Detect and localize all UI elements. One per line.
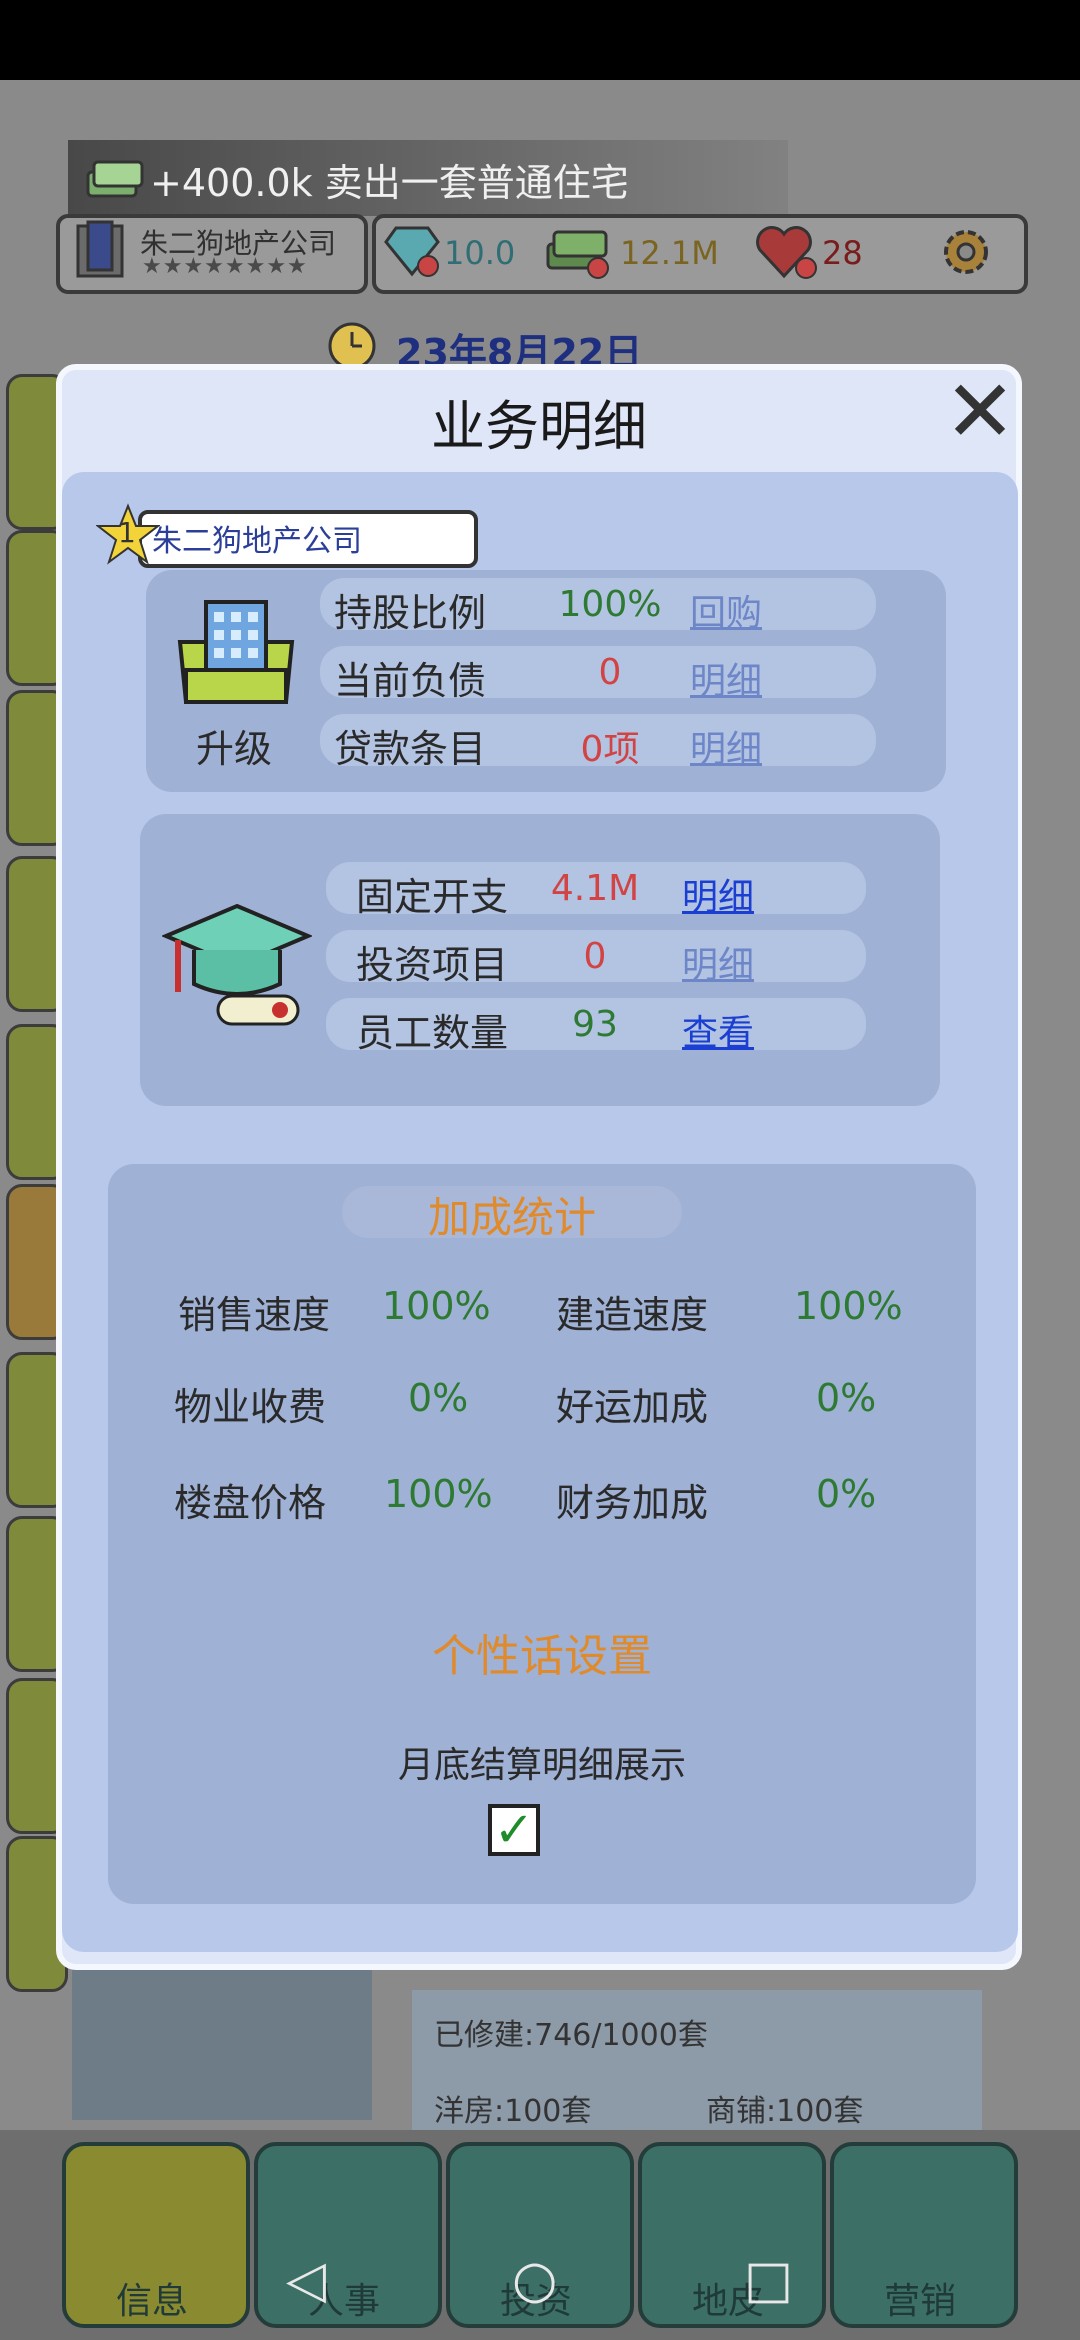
gem-count: 10.0 xyxy=(444,234,516,272)
build-speed-label: 建造速度 xyxy=(556,1293,709,1337)
sales-speed-value: 100% xyxy=(382,1284,491,1328)
company-label: 朱二狗地产公司 xyxy=(152,524,362,559)
share-ratio-value: 100% xyxy=(558,584,662,625)
cash-icon xyxy=(86,160,144,198)
diamond-icon[interactable] xyxy=(382,222,442,280)
status-bar xyxy=(0,0,1080,80)
fixed-expense-label: 固定开支 xyxy=(356,875,509,919)
loan-items-value: 0项 xyxy=(580,729,640,770)
sales-speed-label: 销售速度 xyxy=(178,1293,331,1337)
bonus-stats-card xyxy=(108,1164,976,1904)
current-debt-value: 0 xyxy=(598,652,622,693)
toast-text: +400.0k 卖出一套普通住宅 xyxy=(150,161,629,205)
house-illustration xyxy=(72,1970,372,2120)
tab-info-label: 信息 xyxy=(115,2281,188,2322)
cash-add-icon[interactable] xyxy=(544,224,614,280)
employee-view-link[interactable]: 查看 xyxy=(682,1004,754,1056)
property-fee-label: 物业收费 xyxy=(174,1385,327,1429)
system-back-button[interactable]: ◁ xyxy=(286,2250,326,2310)
building-icon xyxy=(76,220,124,278)
property-fee-value: 0% xyxy=(408,1376,469,1420)
debt-detail-link[interactable]: 明细 xyxy=(690,652,762,704)
tab-marketing-label: 营销 xyxy=(883,2281,956,2322)
cash-count: 12.1M xyxy=(620,234,719,272)
employee-count-value: 93 xyxy=(572,1004,618,1045)
monthly-settlement-checkbox[interactable]: ✓ xyxy=(488,1804,540,1856)
heart-count: 28 xyxy=(822,234,863,272)
upgrade-label[interactable]: 升级 xyxy=(196,718,272,773)
star-rating: ★★★★★★★★ xyxy=(142,254,308,279)
office-building-icon[interactable] xyxy=(176,590,296,710)
gear-icon[interactable] xyxy=(940,226,992,278)
heart-icon[interactable] xyxy=(754,222,820,282)
current-debt-label: 当前负债 xyxy=(334,659,487,703)
company-rank: 1 xyxy=(118,516,136,549)
system-recent-button[interactable]: □ xyxy=(744,2250,793,2310)
personalization-title: 个性话设置 xyxy=(432,1631,652,1682)
close-button[interactable]: ✕ xyxy=(940,369,1020,455)
graduation-cap-icon xyxy=(162,903,312,1026)
buyback-link[interactable]: 回购 xyxy=(690,584,762,636)
finance-bonus-label: 财务加成 xyxy=(556,1481,709,1525)
property-price-label: 楼盘价格 xyxy=(174,1481,327,1525)
loan-detail-link[interactable]: 明细 xyxy=(690,720,762,772)
dialog-title: 业务明细 xyxy=(431,395,647,458)
expense-detail-link[interactable]: 明细 xyxy=(682,868,754,920)
stats-title: 加成统计 xyxy=(427,1193,596,1242)
monthly-settlement-label: 月底结算明细展示 xyxy=(397,1745,686,1786)
employee-count-label: 员工数量 xyxy=(356,1011,509,1055)
system-home-button[interactable]: ○ xyxy=(512,2250,557,2310)
villa-count: 洋房:100套 xyxy=(434,2094,592,2129)
fixed-expense-value: 4.1M xyxy=(550,868,640,909)
investment-projects-label: 投资项目 xyxy=(356,943,509,987)
luck-bonus-label: 好运加成 xyxy=(556,1385,709,1429)
luck-bonus-value: 0% xyxy=(816,1376,877,1420)
tab-personnel-label: 人事 xyxy=(307,2281,380,2322)
built-count: 已修建:746/1000套 xyxy=(434,2018,708,2053)
property-price-value: 100% xyxy=(384,1472,493,1516)
investment-projects-value: 0 xyxy=(583,936,607,977)
loan-items-label: 贷款条目 xyxy=(334,727,487,771)
share-ratio-label: 持股比例 xyxy=(334,591,487,635)
investment-detail-link[interactable]: 明细 xyxy=(682,936,754,988)
finance-bonus-value: 0% xyxy=(816,1472,877,1516)
shop-count: 商铺:100套 xyxy=(706,2094,864,2129)
build-speed-value: 100% xyxy=(794,1284,903,1328)
